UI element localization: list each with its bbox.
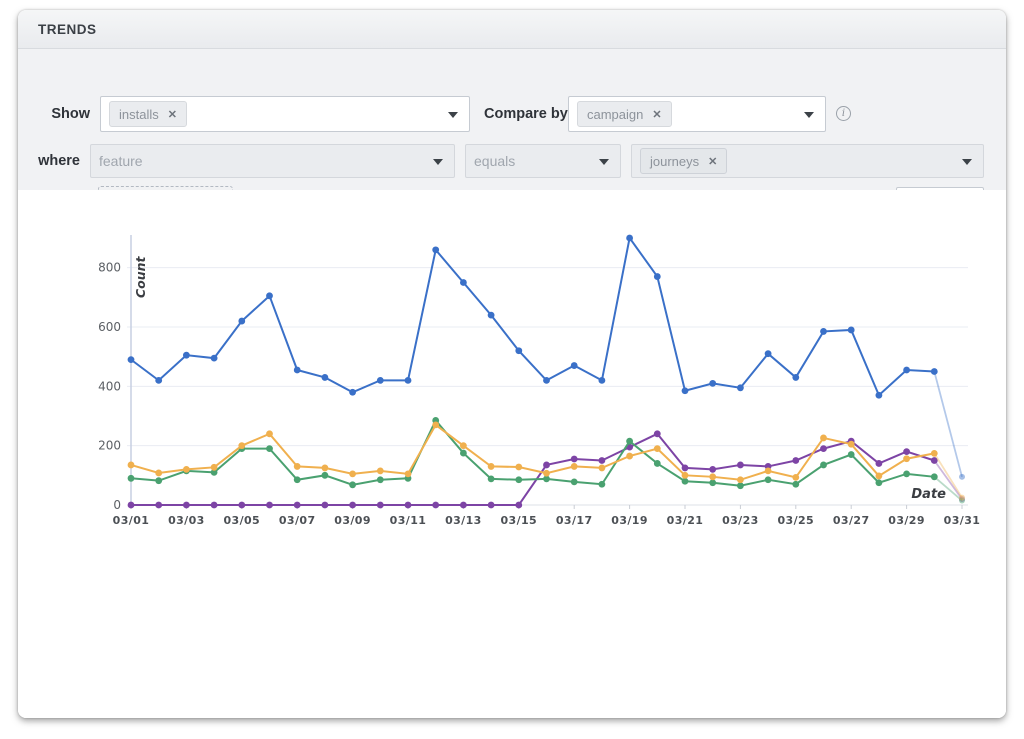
panel-title: TRENDS [38, 22, 97, 37]
svg-text:400: 400 [98, 379, 121, 393]
svg-text:0: 0 [113, 498, 121, 512]
svg-text:03/03: 03/03 [168, 514, 205, 527]
svg-text:03/05: 03/05 [223, 514, 260, 527]
chevron-down-icon [804, 112, 814, 118]
svg-text:600: 600 [98, 320, 121, 334]
svg-text:03/11: 03/11 [390, 514, 427, 527]
svg-text:03/23: 03/23 [722, 514, 759, 527]
chevron-down-icon [433, 159, 443, 165]
svg-text:03/13: 03/13 [445, 514, 482, 527]
svg-text:03/27: 03/27 [833, 514, 870, 527]
panel-header: TRENDS [18, 10, 1006, 49]
where-operator-value: equals [474, 153, 515, 169]
remove-tag-icon[interactable]: ✕ [168, 108, 177, 121]
svg-text:Date: Date [911, 487, 946, 502]
remove-tag-icon[interactable]: ✕ [708, 155, 717, 168]
svg-text:Count: Count [133, 255, 148, 298]
svg-text:03/21: 03/21 [667, 514, 704, 527]
compare-tag-label: campaign [587, 107, 643, 122]
filter-bar: Show installs ✕ Compare by campaign ✕ i … [18, 49, 1006, 191]
svg-text:03/25: 03/25 [777, 514, 814, 527]
show-tag-installs: installs ✕ [109, 101, 187, 127]
chevron-down-icon [599, 159, 609, 165]
remove-tag-icon[interactable]: ✕ [652, 108, 661, 121]
svg-text:800: 800 [98, 261, 121, 275]
show-select[interactable]: installs ✕ [100, 96, 470, 132]
where-field-placeholder: feature [99, 153, 143, 169]
show-label: Show [30, 106, 90, 122]
compare-tag-campaign: campaign ✕ [577, 101, 672, 127]
show-tag-label: installs [119, 107, 159, 122]
svg-text:03/29: 03/29 [888, 514, 925, 527]
info-icon[interactable]: i [836, 106, 851, 121]
svg-text:03/01: 03/01 [113, 514, 150, 527]
where-operator-select[interactable]: equals [465, 144, 621, 178]
svg-text:03/09: 03/09 [334, 514, 371, 527]
chart-area: 0 200 400 600 800 03/01 03/03 03/05 03/07 03/09 03… [18, 190, 1006, 718]
where-value-select[interactable]: journeys ✕ [631, 144, 984, 178]
where-tag-label: journeys [650, 154, 699, 169]
svg-text:03/17: 03/17 [556, 514, 593, 527]
svg-text:03/15: 03/15 [500, 514, 537, 527]
trends-line-chart[interactable]: 0 200 400 600 800 03/01 03/03 03/05 03/07 03/09 03… [18, 190, 1006, 590]
trends-panel: TRENDS Show installs ✕ Compare by campai… [18, 10, 1006, 718]
svg-text:200: 200 [98, 439, 121, 453]
compare-by-label: Compare by [484, 106, 568, 122]
where-field-select[interactable]: feature [90, 144, 455, 178]
compare-by-select[interactable]: campaign ✕ [568, 96, 826, 132]
chevron-down-icon [448, 112, 458, 118]
svg-text:03/31: 03/31 [944, 514, 981, 527]
where-tag-journeys: journeys ✕ [640, 148, 727, 174]
where-label: where [22, 153, 80, 169]
svg-text:03/07: 03/07 [279, 514, 316, 527]
svg-text:03/19: 03/19 [611, 514, 648, 527]
chevron-down-icon [962, 159, 972, 165]
